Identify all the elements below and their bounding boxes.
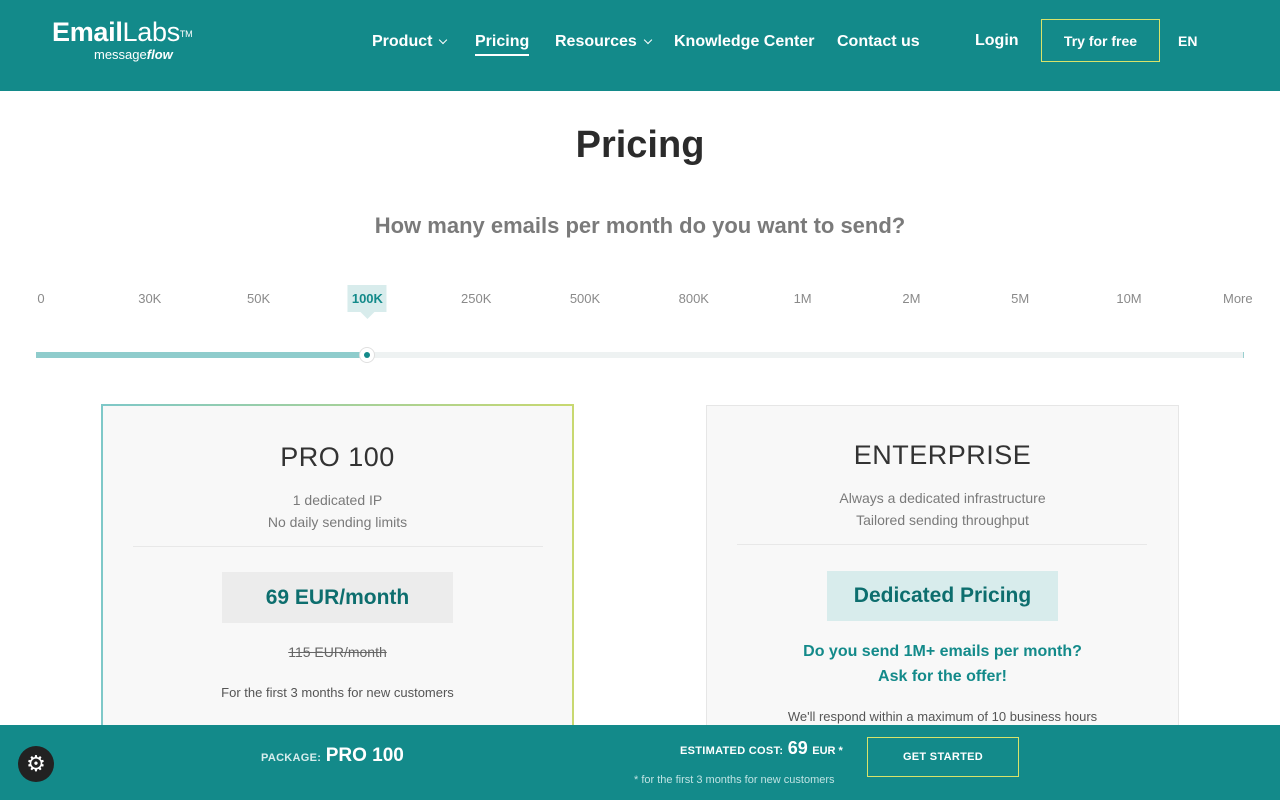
slider-tick-0[interactable]: 0 (37, 291, 44, 306)
slider-tick-5m[interactable]: 5M (1011, 291, 1029, 306)
slider-tick-500k[interactable]: 500K (570, 291, 600, 306)
plan-name: ENTERPRISE (853, 440, 1032, 470)
plan-feature: No daily sending limits (267, 514, 408, 530)
sticky-summary-bar: ⚙ PACKAGE: PRO 100 ESTIMATED COST: 69 EU… (0, 725, 1280, 800)
ask-for-offer-link[interactable]: Ask for the offer! (707, 664, 1178, 689)
plan-old-price: 115 EUR/month (288, 644, 387, 660)
plan-feature: Tailored sending throughput (856, 512, 1029, 528)
chevron-down-icon (439, 35, 448, 45)
page-title: Pricing (575, 124, 705, 166)
slider-tick-250k[interactable]: 250K (461, 291, 491, 306)
nav-pricing[interactable]: Pricing (475, 32, 530, 56)
site-header: EmailLabsTM messageflow Product Pricing … (0, 0, 1280, 91)
cookie-settings-button[interactable]: ⚙ (18, 746, 54, 782)
volume-slider-track[interactable] (36, 352, 1244, 358)
plan-feature: Always a dedicated infrastructure (839, 490, 1046, 506)
emaillabs-logo[interactable]: EmailLabsTM messageflow (52, 17, 193, 62)
pro-100-card[interactable]: PRO 100 1 dedicated IP No daily sending … (101, 404, 574, 744)
estimated-cost: ESTIMATED COST: 69 EUR * (680, 738, 843, 758)
login-link[interactable]: Login (975, 32, 1019, 50)
card-divider (737, 544, 1147, 545)
get-started-button[interactable]: GET STARTED (867, 737, 1019, 777)
slider-tick-10m[interactable]: 10M (1116, 291, 1141, 306)
plan-price: Dedicated Pricing (827, 571, 1058, 621)
slider-end-marker (1243, 352, 1244, 358)
logo-wordmark: EmailLabsTM (52, 17, 193, 47)
estimated-cost-note: * for the first 3 months for new custome… (634, 774, 835, 786)
slider-tick-100k[interactable]: 100K (347, 285, 387, 319)
card-divider (133, 546, 543, 547)
language-switcher[interactable]: EN (1178, 33, 1197, 49)
slider-tick-more[interactable]: More (1223, 291, 1253, 306)
nav-contact-us[interactable]: Contact us (837, 32, 920, 52)
nav-resources[interactable]: Resources (555, 32, 653, 52)
slider-tick-30k[interactable]: 30K (138, 291, 161, 306)
offer-question: Do you send 1M+ emails per month? (803, 643, 1082, 660)
nav-knowledge-center[interactable]: Knowledge Center (674, 32, 814, 52)
volume-slider-fill (36, 352, 368, 358)
slider-tick-800k[interactable]: 800K (679, 291, 709, 306)
gear-icon: ⚙ (26, 751, 46, 776)
plan-price: 69 EUR/month (222, 572, 453, 623)
plan-promo-note: For the first 3 months for new customers (221, 685, 454, 700)
volume-slider-handle[interactable] (360, 348, 375, 362)
enterprise-card[interactable]: ENTERPRISE Always a dedicated infrastruc… (706, 405, 1179, 745)
emails-question: How many emails per month do you want to… (374, 213, 906, 238)
plan-name: PRO 100 (280, 442, 395, 472)
try-for-free-button[interactable]: Try for free (1041, 19, 1160, 62)
chevron-down-icon (643, 35, 653, 45)
response-time-note: We'll respond within a maximum of 10 bus… (787, 709, 1098, 724)
slider-tick-50k[interactable]: 50K (247, 291, 270, 306)
nav-product[interactable]: Product (372, 32, 448, 52)
slider-tick-1m[interactable]: 1M (794, 291, 812, 306)
selected-package: PACKAGE: PRO 100 (261, 745, 404, 766)
slider-tick-2m[interactable]: 2M (902, 291, 920, 306)
logo-subtitle: messageflow (94, 47, 173, 62)
plan-feature: 1 dedicated IP (292, 492, 383, 508)
